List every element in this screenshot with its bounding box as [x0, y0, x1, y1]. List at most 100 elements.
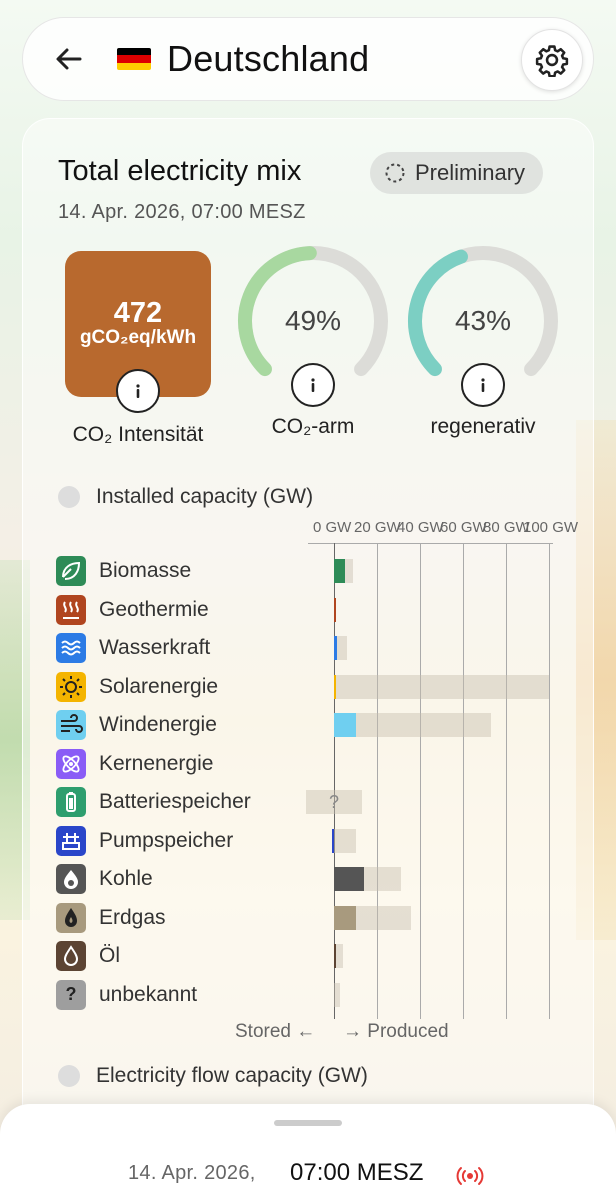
produced-bar[interactable]: [334, 674, 337, 699]
renewable-label: regenerativ: [430, 415, 536, 438]
pump-icon: [56, 825, 86, 856]
produced-bar[interactable]: [334, 559, 345, 583]
battery-icon: [56, 787, 86, 817]
installed-capacity-toggle[interactable]: Installed capacity (GW): [58, 485, 313, 509]
country-title: Deutschland: [167, 38, 370, 79]
produced-bar[interactable]: [334, 713, 356, 737]
leaf-icon: [56, 556, 86, 586]
sheet-time[interactable]: 07:00 MESZ: [290, 1159, 423, 1187]
source-label: Batteriespeicher: [99, 790, 251, 813]
time-sheet[interactable]: 14. Apr. 2026, 07:00 MESZ: [0, 1104, 616, 1200]
source-label: Solarenergie: [99, 674, 219, 698]
axis-tick: 0 GW: [313, 519, 352, 536]
settings-button[interactable]: [521, 29, 583, 91]
axis-line: [308, 543, 553, 544]
source-row[interactable]: Solarenergie: [56, 671, 218, 703]
source-label: Pumpspeicher: [99, 828, 234, 852]
radio-icon: [58, 486, 80, 508]
card-date: 14. Apr. 2026, 07:00 MESZ: [58, 201, 306, 223]
co2-info-button[interactable]: [116, 369, 160, 413]
info-icon: [481, 378, 485, 392]
stored-label: Stored ←: [235, 1021, 316, 1042]
source-row[interactable]: Batteriespeicher: [56, 786, 251, 818]
question-icon: ?: [56, 979, 86, 1010]
gridline: [420, 543, 421, 1019]
produced-bar[interactable]: [334, 867, 365, 891]
unknown-capacity-bar[interactable]: ?: [306, 790, 362, 814]
arrow-left-icon: [56, 48, 82, 70]
source-row[interactable]: Pumpspeicher: [56, 825, 233, 857]
low-carbon-label: CO₂-arm: [271, 415, 355, 438]
source-label: Geothermie: [99, 597, 209, 621]
badge-label: Preliminary: [415, 160, 526, 185]
source-row[interactable]: Kohle: [56, 863, 153, 895]
coal-icon: [56, 864, 86, 894]
axis-tick: 100 GW: [523, 519, 579, 536]
axis-tick: 40 GW: [397, 519, 444, 536]
water-icon: [56, 633, 86, 663]
source-label: Wasserkraft: [99, 636, 211, 659]
installed-capacity-header: Installed capacity (GW): [96, 485, 314, 508]
back-button[interactable]: [39, 29, 99, 89]
low-carbon-info-button[interactable]: [291, 363, 335, 407]
renewable-value: 43%: [454, 305, 512, 336]
dashed-circle-icon: [385, 163, 405, 183]
drag-handle[interactable]: [274, 1120, 342, 1126]
renewable-info-button[interactable]: [461, 363, 505, 407]
stored-bar[interactable]: [331, 828, 334, 853]
capacity-bar[interactable]: [334, 674, 549, 699]
electricity-mix-card: Total electricity mix Preliminary 14. Ap…: [22, 118, 594, 1178]
source-row[interactable]: Geothermie: [56, 594, 209, 626]
gridline: [549, 543, 550, 1019]
source-label: Biomasse: [99, 559, 192, 582]
source-label: unbekannt: [99, 982, 198, 1006]
preliminary-badge[interactable]: Preliminary: [370, 152, 544, 194]
produced-bar[interactable]: [334, 905, 356, 930]
produced-bar[interactable]: [334, 636, 338, 660]
source-row[interactable]: Öl: [56, 940, 120, 972]
co2-intensity-label: CO₂ Intensität: [72, 423, 204, 446]
produced-bar[interactable]: [334, 597, 336, 622]
card-title: Total electricity mix: [58, 155, 302, 187]
source-label: Kohle: [99, 867, 153, 890]
source-label: Kernenergie: [99, 751, 214, 775]
live-broadcast-icon: [456, 1167, 484, 1185]
axis-tick: 20 GW: [354, 519, 401, 536]
axis-tick: 60 GW: [440, 519, 487, 536]
gridline: [463, 543, 464, 1019]
sheet-date: 14. Apr. 2026,: [128, 1162, 256, 1184]
atom-icon: [56, 748, 86, 779]
low-carbon-value: 49%: [284, 305, 342, 336]
co2-intensity-unit: gCO₂eq/kWh: [79, 327, 197, 348]
source-label: Windenergie: [99, 713, 217, 736]
gridline: [377, 543, 378, 1019]
produced-label: → Produced: [343, 1021, 449, 1042]
gear-icon: [535, 45, 569, 77]
co2-intensity-value: 472: [113, 297, 163, 329]
top-bar: Deutschland: [22, 17, 594, 101]
info-icon: [136, 384, 140, 398]
flow-capacity-header: Electricity flow capacity (GW): [96, 1064, 368, 1087]
sun-icon: [56, 671, 86, 702]
gridline: [506, 543, 507, 1019]
source-row[interactable]: ? unbekannt: [56, 979, 197, 1011]
source-row[interactable]: Biomasse: [56, 555, 191, 587]
source-row[interactable]: Erdgas: [56, 902, 166, 934]
capacity-bar[interactable]: [334, 982, 341, 1007]
source-row[interactable]: Wasserkraft: [56, 632, 210, 664]
heat-icon: [56, 594, 86, 625]
gas-icon: [56, 902, 86, 933]
info-icon: [311, 378, 315, 392]
germany-flag-icon: [117, 48, 151, 70]
source-row[interactable]: Windenergie: [56, 709, 217, 741]
oil-icon: [56, 941, 86, 971]
wind-icon: [56, 710, 86, 740]
capacity-bar[interactable]: [334, 828, 356, 853]
flow-capacity-toggle[interactable]: Electricity flow capacity (GW): [58, 1064, 368, 1088]
produced-bar[interactable]: [334, 944, 337, 968]
capacity-bar[interactable]: [334, 713, 491, 737]
radio-icon: [58, 1065, 80, 1087]
source-label: Erdgas: [99, 905, 166, 929]
source-label: Öl: [99, 944, 120, 967]
source-row[interactable]: Kernenergie: [56, 748, 213, 780]
